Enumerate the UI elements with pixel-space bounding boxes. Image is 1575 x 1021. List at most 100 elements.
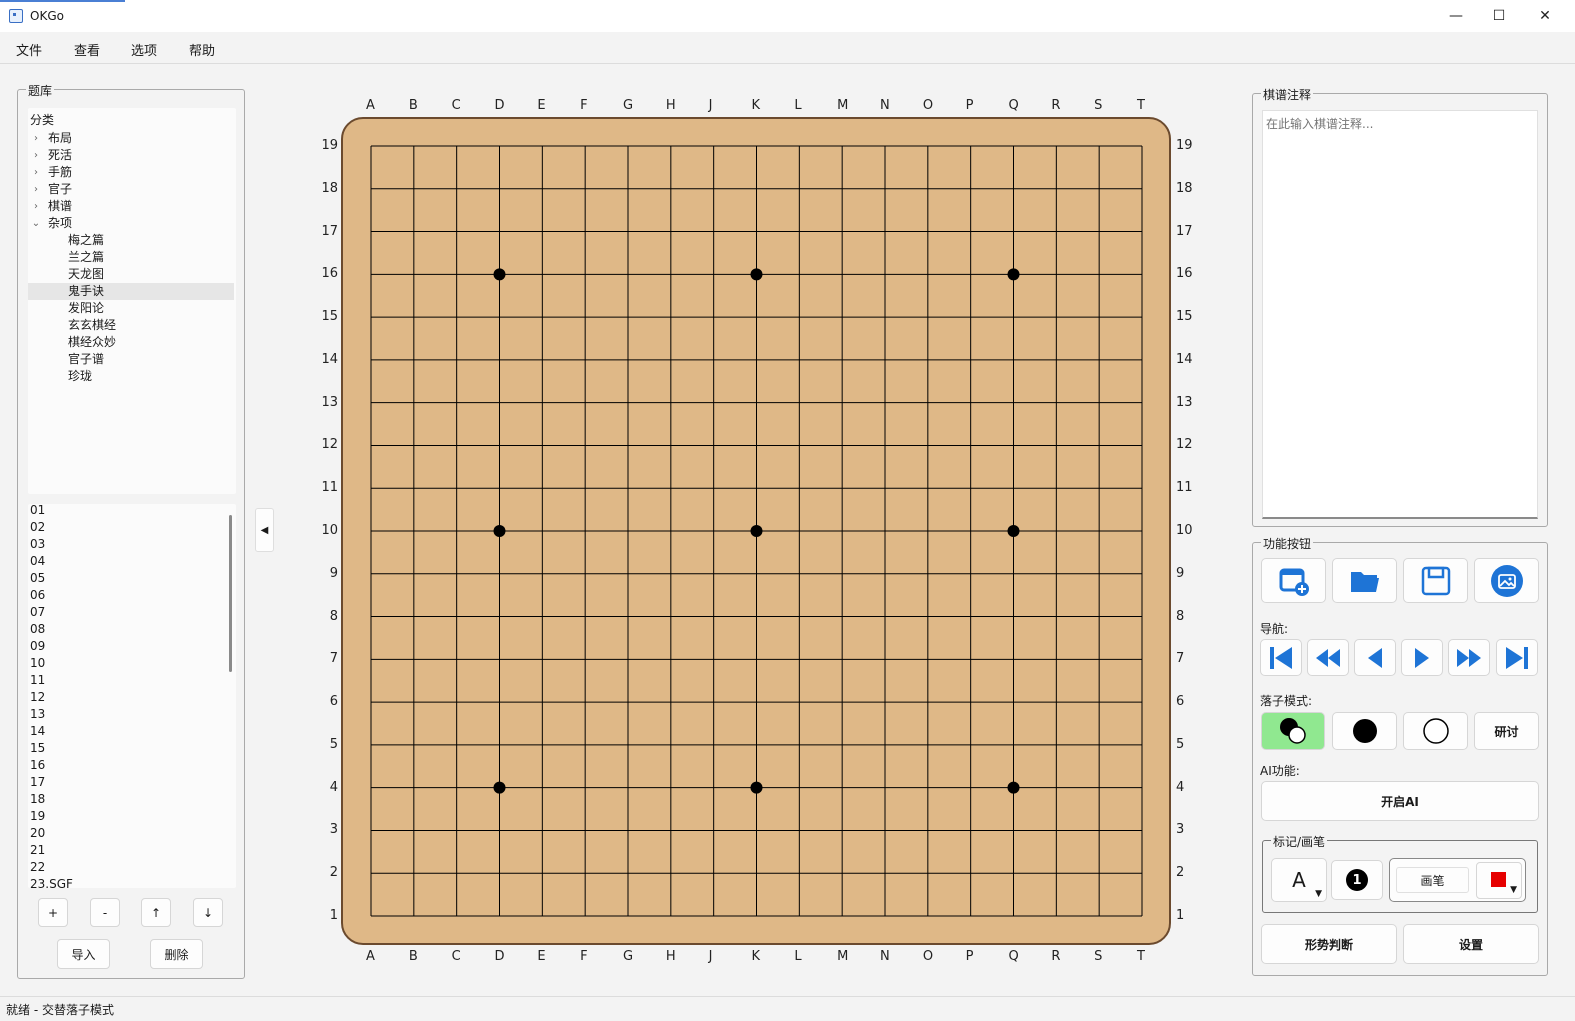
star-point <box>1007 268 1020 281</box>
white-stone-icon <box>1422 718 1449 744</box>
number-mark-icon: 1 <box>1346 869 1368 891</box>
row-label-right: 7 <box>1176 651 1185 667</box>
last-move-icon <box>1506 646 1528 669</box>
column-label-top: N <box>880 98 890 113</box>
column-label-top: P <box>965 98 974 113</box>
column-label-bottom: A <box>366 949 375 964</box>
row-label-left: 15 <box>321 309 338 325</box>
column-label-top: H <box>665 98 676 113</box>
row-label-right: 9 <box>1176 565 1185 581</box>
column-label-top: R <box>1051 98 1061 113</box>
ai-label: AI功能: <box>1260 764 1300 778</box>
save-icon <box>1421 566 1450 595</box>
row-label-right: 3 <box>1176 822 1185 838</box>
enable-ai-button[interactable]: 开启AI <box>1261 781 1539 821</box>
row-label-left: 9 <box>329 565 338 581</box>
brush-color-button[interactable]: ▼ <box>1476 862 1522 899</box>
forward-button[interactable] <box>1401 639 1443 676</box>
assess-position-button[interactable]: 形势判断 <box>1261 924 1397 964</box>
dropdown-arrow-icon: ▼ <box>1510 885 1517 895</box>
new-game-button[interactable] <box>1261 558 1326 603</box>
column-label-bottom: L <box>794 949 802 964</box>
alternate-stones-icon <box>1280 718 1306 744</box>
status-bar: 就绪 - 交替落子模式 <box>0 996 1575 1021</box>
row-label-right: 2 <box>1176 865 1185 881</box>
notes-input[interactable] <box>1263 111 1537 517</box>
fast-forward-button[interactable] <box>1448 639 1490 676</box>
column-label-top: S <box>1094 98 1103 113</box>
row-label-right: 8 <box>1176 608 1185 624</box>
new-game-icon <box>1279 568 1309 596</box>
nav-label: 导航: <box>1260 622 1289 636</box>
settings-button[interactable]: 设置 <box>1403 924 1539 964</box>
row-label-left: 16 <box>321 266 338 282</box>
dropdown-arrow-icon: ▼ <box>1315 889 1322 899</box>
row-label-left: 8 <box>329 608 338 624</box>
column-label-top: E <box>537 98 546 113</box>
open-file-button[interactable] <box>1332 558 1397 603</box>
brush-group: 画笔 ▼ <box>1389 858 1526 902</box>
fast-forward-icon <box>1457 648 1481 667</box>
fast-back-button[interactable] <box>1307 639 1349 676</box>
column-label-bottom: B <box>408 949 418 964</box>
column-label-top: G <box>623 98 634 113</box>
column-label-top: L <box>794 98 802 113</box>
back-button[interactable] <box>1354 639 1396 676</box>
mode-discuss-button[interactable]: 研讨 <box>1474 712 1539 750</box>
row-label-right: 13 <box>1176 394 1193 410</box>
column-label-top: J <box>708 98 713 113</box>
column-label-top: M <box>837 98 849 113</box>
row-label-left: 12 <box>321 437 338 453</box>
status-text: 就绪 - 交替落子模式 <box>6 1003 114 1017</box>
mode-black-button[interactable] <box>1332 712 1397 750</box>
column-label-top: B <box>408 98 418 113</box>
star-point <box>750 525 763 537</box>
row-label-right: 4 <box>1176 779 1185 795</box>
export-image-button[interactable] <box>1474 558 1539 603</box>
column-label-bottom: N <box>880 949 890 964</box>
color-swatch-icon <box>1491 872 1506 887</box>
save-file-button[interactable] <box>1403 558 1468 603</box>
column-label-top: K <box>751 98 761 113</box>
column-label-bottom: E <box>537 949 546 964</box>
row-label-right: 10 <box>1176 523 1193 538</box>
mark-title: 标记/画笔 <box>1271 833 1328 850</box>
open-folder-icon <box>1350 571 1379 592</box>
first-move-icon <box>1270 646 1292 669</box>
first-move-button[interactable] <box>1260 639 1302 676</box>
column-label-bottom: J <box>708 949 713 964</box>
row-label-right: 6 <box>1176 694 1185 710</box>
forward-icon <box>1415 647 1429 668</box>
column-label-bottom: Q <box>1008 949 1019 964</box>
number-mark-button[interactable]: 1 <box>1331 860 1383 900</box>
row-label-right: 18 <box>1176 180 1193 196</box>
star-point <box>1007 781 1020 794</box>
column-label-bottom: C <box>451 949 461 964</box>
column-label-top: D <box>494 98 505 113</box>
column-label-top: A <box>366 98 375 113</box>
star-point <box>493 781 506 794</box>
star-point <box>1007 525 1020 537</box>
mode-white-button[interactable] <box>1403 712 1468 750</box>
mode-alternate-button[interactable] <box>1261 712 1325 750</box>
row-label-left: 18 <box>321 180 338 196</box>
star-point <box>750 781 763 794</box>
row-label-left: 14 <box>321 351 338 367</box>
column-label-bottom: D <box>494 949 505 964</box>
row-label-left: 5 <box>329 736 338 752</box>
letter-mark-button[interactable]: A ▼ <box>1271 858 1327 902</box>
column-label-bottom: M <box>837 949 849 964</box>
row-label-right: 5 <box>1176 736 1185 752</box>
row-label-right: 14 <box>1176 351 1193 367</box>
row-label-right: 1 <box>1176 908 1185 923</box>
notes-editor[interactable] <box>1262 110 1538 519</box>
column-label-top: F <box>580 98 588 113</box>
row-label-left: 3 <box>329 822 338 838</box>
star-point <box>493 268 506 281</box>
brush-button[interactable]: 画笔 <box>1396 867 1469 893</box>
column-label-bottom: T <box>1137 949 1145 964</box>
notes-title: 棋谱注释 <box>1261 86 1314 103</box>
black-stone-icon <box>1352 719 1377 743</box>
last-move-button[interactable] <box>1496 639 1538 676</box>
column-label-bottom: P <box>965 949 974 964</box>
